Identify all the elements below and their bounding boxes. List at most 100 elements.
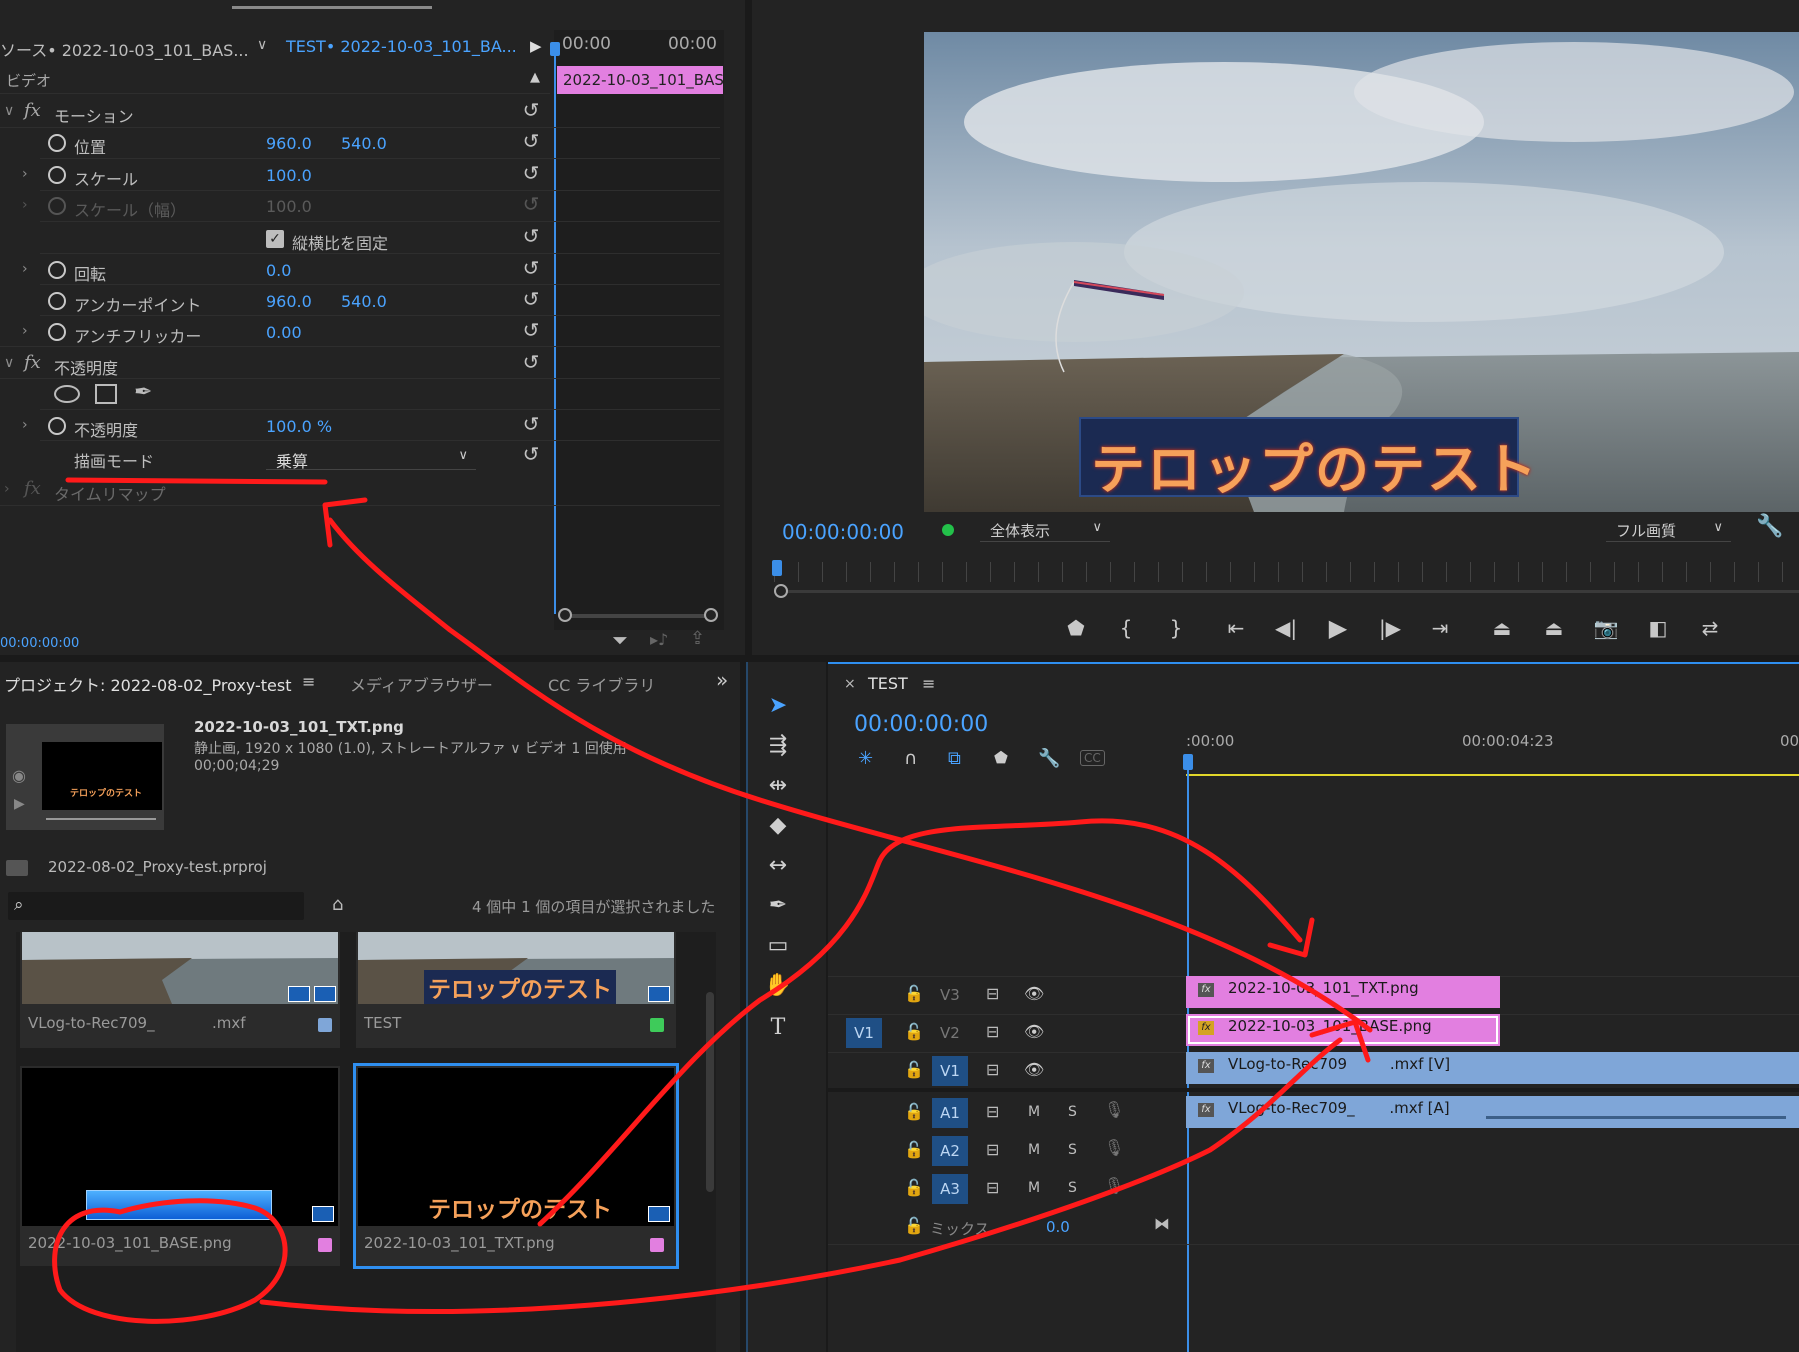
clip-video[interactable]: fx VLog-to-Rec709 .mxf [V] <box>1186 1052 1799 1084</box>
sync-lock-icon[interactable]: ⊟ <box>986 1140 999 1159</box>
list-item[interactable]: 2022-10-03_101_BASE.png <box>20 1066 340 1266</box>
sync-lock-icon[interactable]: ⊟ <box>986 1102 999 1121</box>
mini-playhead[interactable] <box>554 44 556 614</box>
type-tool-icon[interactable]: T <box>760 1010 796 1046</box>
program-ruler[interactable] <box>774 562 1799 582</box>
anchor-y-value[interactable]: 540.0 <box>341 292 387 311</box>
sync-lock-icon[interactable]: ⊟ <box>986 1060 999 1079</box>
chevron-down-icon[interactable]: ∨ <box>257 37 267 53</box>
list-item[interactable]: VLog-to-Rec709_ .mxf <box>20 932 340 1048</box>
zoom-scrollbar[interactable] <box>560 614 710 618</box>
lock-icon[interactable]: 🔓 <box>904 1178 924 1197</box>
clip-audio[interactable]: fx VLog-to-Rec709_ .mxf [A] <box>1186 1096 1799 1128</box>
solo-button[interactable]: S <box>1068 1104 1077 1120</box>
reset-icon[interactable]: ↺ <box>520 443 542 465</box>
expand-scale-icon[interactable]: › <box>22 166 28 182</box>
linked-selection-icon[interactable]: ⧉ <box>948 748 961 769</box>
go-to-in-icon[interactable]: ⇤ <box>1222 614 1250 642</box>
track-a2-label[interactable]: A2 <box>932 1136 968 1166</box>
clip-base[interactable]: fx 2022-10-03_101_BASE.png <box>1186 1014 1500 1046</box>
sync-lock-icon[interactable]: ⊟ <box>986 1022 999 1041</box>
mute-button[interactable]: M <box>1028 1180 1040 1196</box>
razor-tool-icon[interactable]: ◆ <box>760 808 796 844</box>
mark-in-icon[interactable]: { <box>1112 614 1140 642</box>
export-icon[interactable]: ⇪ <box>690 628 705 649</box>
clip-txt[interactable]: fx 2022-10-03_101_TXT.png <box>1186 976 1500 1008</box>
microphone-icon[interactable]: 🎙 <box>1104 1100 1124 1119</box>
comparison-view-icon[interactable]: ◧ <box>1644 614 1672 642</box>
track-v1-label[interactable]: V1 <box>932 1056 968 1086</box>
program-scrollbar[interactable] <box>782 590 1799 593</box>
track-select-tool-icon[interactable]: ⇶ <box>760 728 796 764</box>
lock-icon[interactable]: 🔓 <box>904 1060 924 1079</box>
media-browser-tab[interactable]: メディアブラウザー <box>350 672 493 696</box>
panel-menu-icon[interactable]: ≡ <box>302 672 315 691</box>
expand-rotation-icon[interactable]: › <box>22 261 28 277</box>
zoom-handle-left[interactable] <box>558 608 572 622</box>
lock-icon[interactable]: 🔓 <box>904 1102 924 1121</box>
anchor-x-value[interactable]: 960.0 <box>266 292 312 311</box>
quality-dropdown[interactable]: フル画質 ∨ <box>1606 516 1731 542</box>
stopwatch-icon[interactable] <box>48 166 66 184</box>
program-timecode[interactable]: 00:00:00:00 <box>782 520 904 544</box>
scroll-handle[interactable] <box>774 584 788 598</box>
panel-menu-icon[interactable]: ≡ <box>922 674 935 693</box>
source-v1-patch[interactable]: V1 <box>846 1018 882 1048</box>
expand-antiflicker-icon[interactable]: › <box>22 323 28 339</box>
captions-icon[interactable]: CC <box>1080 750 1105 766</box>
play-icon[interactable]: ▶ <box>1324 614 1352 642</box>
step-back-icon[interactable]: ◀| <box>1272 614 1300 642</box>
mute-button[interactable]: M <box>1028 1104 1040 1120</box>
stopwatch-icon[interactable] <box>48 323 66 341</box>
expand-opacity-icon[interactable]: › <box>22 417 28 433</box>
eye-icon[interactable]: 👁 <box>1024 984 1044 1003</box>
keyframe-nav-icon[interactable]: ⧓ <box>1154 1214 1170 1233</box>
opacity-value[interactable]: 100.0 % <box>266 417 332 436</box>
camera-icon[interactable]: ◉ <box>12 766 26 785</box>
mini-timeline[interactable] <box>554 30 724 630</box>
position-y-value[interactable]: 540.0 <box>341 134 387 153</box>
reset-icon[interactable]: ↺ <box>520 130 542 152</box>
step-forward-icon[interactable]: |▶ <box>1376 614 1404 642</box>
nest-toggle-icon[interactable]: ✳ <box>858 748 873 769</box>
rotation-value[interactable]: 0.0 <box>266 261 291 280</box>
toggle-proxies-icon[interactable]: ⇄ <box>1696 614 1724 642</box>
mix-value[interactable]: 0.0 <box>1046 1218 1070 1236</box>
sync-lock-icon[interactable]: ⊟ <box>986 1178 999 1197</box>
fit-dropdown[interactable]: 全体表示 ∨ <box>980 516 1110 542</box>
uniform-scale-checkbox[interactable]: ✓ <box>266 230 284 248</box>
solo-button[interactable]: S <box>1068 1142 1077 1158</box>
scale-value[interactable]: 100.0 <box>266 166 312 185</box>
sequence-tab[interactable]: TEST• 2022-10-03_101_BA... <box>286 37 517 56</box>
pen-mask-icon[interactable]: ✒ <box>134 380 152 405</box>
collapse-motion-icon[interactable]: ∨ <box>4 103 14 119</box>
source-tab[interactable]: ソース• 2022-10-03_101_BAS... <box>0 37 249 61</box>
reset-icon[interactable]: ↺ <box>520 99 542 121</box>
reset-icon[interactable]: ↺ <box>520 257 542 279</box>
sequence-tab[interactable]: TEST <box>868 674 908 693</box>
reset-icon[interactable]: ↺ <box>520 225 542 247</box>
ellipse-mask-icon[interactable] <box>54 385 80 403</box>
overflow-icon[interactable]: » <box>716 668 728 692</box>
caption-overlay[interactable]: テロップのテスト <box>1079 417 1537 501</box>
mark-out-icon[interactable]: } <box>1162 614 1190 642</box>
eye-icon[interactable]: 👁 <box>1024 1022 1044 1041</box>
solo-button[interactable]: S <box>1068 1180 1077 1196</box>
filter-icon[interactable]: ⏷ <box>612 628 628 652</box>
project-title[interactable]: プロジェクト: 2022-08-02_Proxy-test <box>4 672 292 696</box>
eye-icon[interactable]: 👁 <box>1024 1060 1044 1079</box>
extract-icon[interactable]: ⏏ <box>1540 614 1568 642</box>
program-playhead[interactable] <box>772 560 782 576</box>
ripple-edit-tool-icon[interactable]: ⇹ <box>760 768 796 804</box>
slip-tool-icon[interactable]: ↔ <box>760 848 796 884</box>
go-to-out-icon[interactable]: ⇥ <box>1426 614 1454 642</box>
add-marker-icon[interactable]: ⬟ <box>1062 614 1090 642</box>
list-item[interactable]: テロップのテスト 2022-10-03_101_TXT.png <box>353 1063 679 1269</box>
reset-icon[interactable]: ↺ <box>520 288 542 310</box>
mute-button[interactable]: M <box>1028 1142 1040 1158</box>
sync-lock-icon[interactable]: ⊟ <box>986 984 999 1003</box>
lock-icon[interactable]: 🔓 <box>904 1022 924 1041</box>
pen-tool-icon[interactable]: ✒ <box>760 888 796 924</box>
collapse-up-icon[interactable]: ▲ <box>530 70 540 85</box>
track-a1-label[interactable]: A1 <box>932 1098 968 1128</box>
